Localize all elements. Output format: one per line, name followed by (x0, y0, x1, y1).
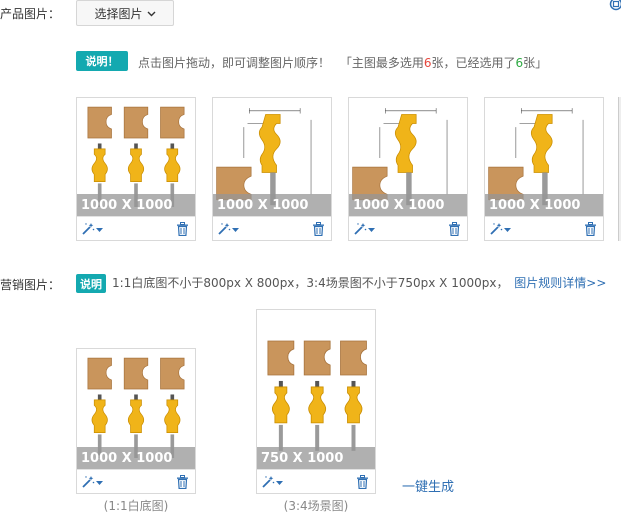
magic-wand-icon (81, 222, 95, 236)
magic-wand-button[interactable] (217, 222, 239, 236)
info-badge: 说明！ (76, 51, 128, 71)
marketing-info-badge: 说明 (76, 274, 106, 293)
caret-down-icon (504, 227, 511, 233)
trash-icon (356, 474, 369, 489)
marketing-image-caption: (1:1白底图) (103, 499, 169, 513)
product-image-card[interactable]: 1000 X 1000 (484, 97, 604, 241)
magic-wand-button[interactable] (353, 222, 375, 236)
product-image-card[interactable]: 1000 X 1000 (212, 97, 332, 241)
magic-wand-icon (353, 222, 367, 236)
caret-down-icon (96, 227, 103, 233)
marketing-image-card[interactable]: 1000 X 1000 (76, 348, 196, 494)
delete-button[interactable] (312, 221, 325, 236)
magic-wand-button[interactable] (81, 475, 103, 489)
caret-down-icon (96, 480, 103, 486)
caret-down-icon (276, 480, 283, 486)
image-rules-link[interactable]: 图片规则详情>> (514, 276, 606, 290)
magic-wand-icon (489, 222, 503, 236)
max-count: 6 (423, 56, 432, 70)
trash-icon (176, 221, 189, 236)
product-images-note: 点击图片拖动，即可调整图片顺序！ 「主图最多选用6张，已经选用了6张」 (138, 54, 547, 71)
card-toolbar (213, 216, 331, 240)
image-size-label: 1000 X 1000 (485, 194, 603, 216)
card-toolbar (77, 216, 195, 240)
image-size-label: 1000 X 1000 (349, 194, 467, 216)
magic-wand-icon (261, 475, 275, 489)
magic-wand-icon (217, 222, 231, 236)
card-toolbar (77, 469, 195, 493)
caret-down-icon (368, 227, 375, 233)
one-click-generate-link[interactable]: 一键生成 (402, 476, 454, 495)
product-image-card[interactable]: 1000 X 1000 (348, 97, 468, 241)
card-toolbar (485, 216, 603, 240)
trash-icon (312, 221, 325, 236)
magic-wand-button[interactable] (489, 222, 511, 236)
window-corner-icon[interactable] (609, 0, 621, 11)
chevron-down-icon (147, 6, 156, 20)
used-count: 6 (515, 56, 524, 70)
image-size-label: 1000 X 1000 (77, 194, 195, 216)
select-images-button[interactable]: 选择图片 (76, 0, 174, 26)
product-image-card[interactable]: 1000 X 1000 (76, 97, 196, 241)
marketing-images-label: 营销图片： (0, 278, 61, 292)
image-size-label: 750 X 1000 (257, 447, 375, 469)
magic-wand-button[interactable] (81, 222, 103, 236)
card-toolbar (257, 469, 375, 493)
drag-instruction: 点击图片拖动，即可调整图片顺序！ (138, 56, 331, 70)
delete-button[interactable] (176, 221, 189, 236)
delete-button[interactable] (584, 221, 597, 236)
trash-icon (584, 221, 597, 236)
delete-button[interactable] (176, 474, 189, 489)
marketing-image-card[interactable]: 750 X 1000 (256, 309, 376, 494)
count-prefix: 「主图最多选用 (339, 56, 424, 70)
trash-icon (448, 221, 461, 236)
caret-down-icon (232, 227, 239, 233)
card-toolbar (349, 216, 467, 240)
image-size-label: 1000 X 1000 (77, 447, 195, 469)
marketing-images-note: 1:1白底图不小于800px X 800px，3:4场景图不小于750px X … (112, 274, 606, 291)
marketing-instruction: 1:1白底图不小于800px X 800px，3:4场景图不小于750px X … (112, 276, 509, 290)
count-mid: 张，已经选用了 (431, 56, 516, 70)
marketing-image-caption: (3:4场景图) (283, 499, 349, 513)
product-images-label: 产品图片： (0, 7, 61, 21)
count-suffix: 张」 (523, 56, 548, 70)
delete-button[interactable] (448, 221, 461, 236)
image-size-label: 1000 X 1000 (213, 194, 331, 216)
delete-button[interactable] (356, 474, 369, 489)
magic-wand-button[interactable] (261, 475, 283, 489)
magic-wand-icon (81, 475, 95, 489)
trash-icon (176, 474, 189, 489)
select-images-label: 选择图片 (94, 6, 143, 21)
